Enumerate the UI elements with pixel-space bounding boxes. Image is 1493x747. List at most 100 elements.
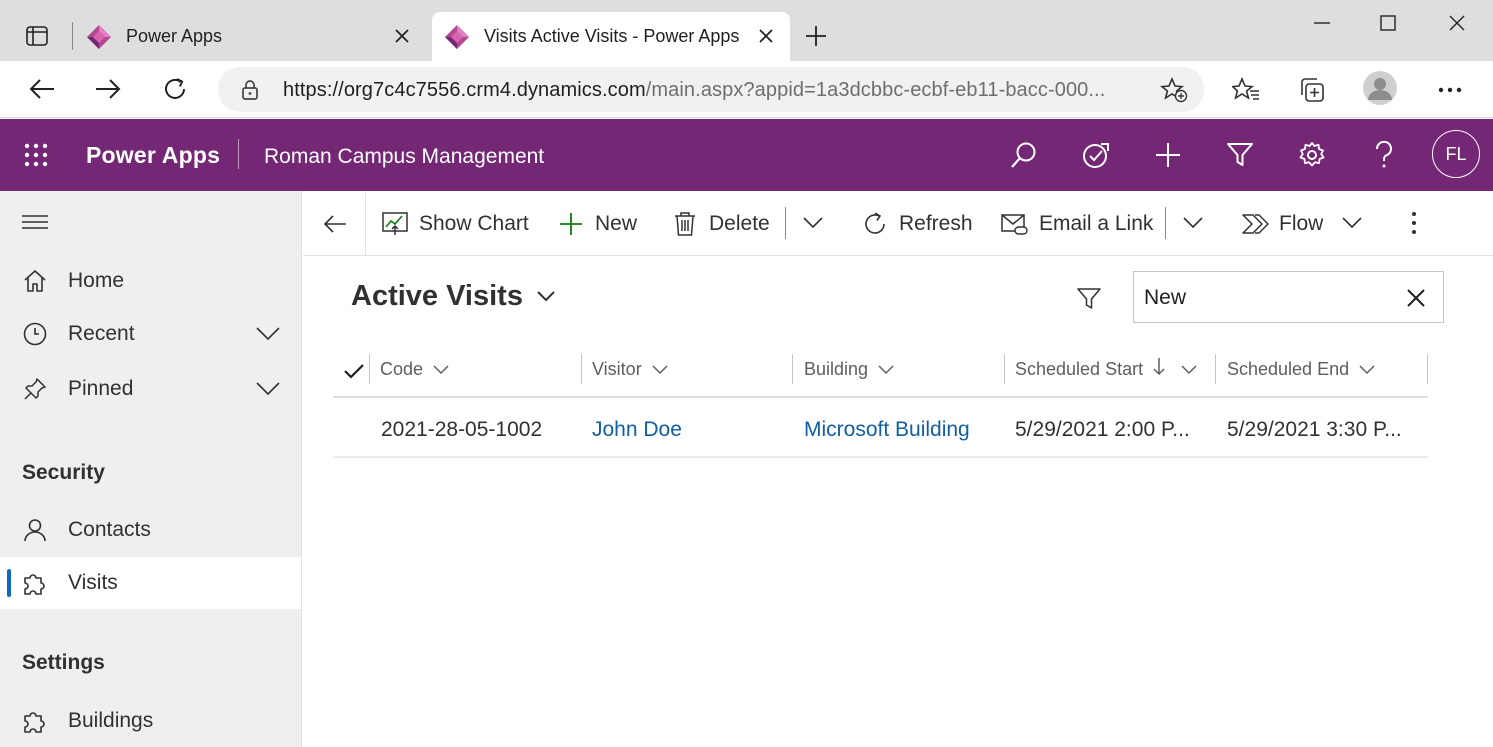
- sidebar-item-label: Contacts: [68, 518, 151, 541]
- help-icon[interactable]: [1366, 137, 1402, 173]
- tab-title: Power Apps: [126, 26, 223, 46]
- sidebar-item-recent[interactable]: Recent: [0, 308, 301, 360]
- column-separator: [1427, 354, 1428, 384]
- delete-button[interactable]: Delete: [671, 205, 770, 243]
- cell-scheduled-start: 5/29/2021 2:00 P...: [1015, 418, 1190, 441]
- column-label: Code: [380, 358, 424, 379]
- maximize-icon[interactable]: [1368, 6, 1408, 40]
- sidebar-item-label: Buildings: [68, 709, 154, 732]
- refresh-icon: [861, 210, 889, 238]
- select-all-checkmark-icon[interactable]: [343, 360, 365, 382]
- command-bar: Show Chart New Delete Refresh Email a Li…: [303, 191, 1493, 256]
- chevron-down-icon[interactable]: [1339, 210, 1365, 236]
- filter-icon[interactable]: [1074, 284, 1104, 314]
- clear-search-icon[interactable]: [1403, 285, 1429, 311]
- browser-tab-strip: Power Apps Visits Active Visits - Power …: [0, 0, 1493, 61]
- browser-tab-power-apps[interactable]: Power Apps: [86, 12, 426, 61]
- delete-label: Delete: [709, 212, 770, 235]
- pin-icon: [22, 376, 48, 402]
- tab-actions-icon[interactable]: [16, 18, 58, 54]
- chart-icon: [381, 210, 409, 238]
- command-separator: [1165, 207, 1166, 239]
- chevron-down-icon: [1181, 359, 1197, 380]
- sidebar-item-visits[interactable]: Visits: [0, 557, 301, 609]
- flow-label: Flow: [1279, 212, 1324, 235]
- refresh-button[interactable]: Refresh: [861, 205, 973, 243]
- minimize-icon[interactable]: [1302, 6, 1342, 40]
- search-input[interactable]: [1144, 284, 1394, 312]
- chevron-down-icon[interactable]: [1180, 210, 1206, 236]
- column-header-scheduled-start[interactable]: Scheduled Start: [1015, 354, 1197, 384]
- hamburger-menu-icon[interactable]: [20, 209, 50, 235]
- column-separator: [1215, 354, 1216, 384]
- app-header: Power Apps Roman Campus Management FL: [0, 119, 1493, 191]
- column-separator: [581, 354, 582, 384]
- search-icon[interactable]: [1006, 137, 1042, 173]
- back-arrow-icon[interactable]: [22, 71, 62, 107]
- app-name[interactable]: Power Apps: [86, 142, 220, 169]
- window-close-icon[interactable]: [1437, 6, 1477, 40]
- chevron-down-icon[interactable]: [254, 377, 282, 401]
- reload-icon[interactable]: [155, 71, 195, 107]
- settings-gear-icon[interactable]: [1294, 137, 1330, 173]
- app-title[interactable]: Roman Campus Management: [264, 145, 544, 169]
- sitemap-sidebar: Home Recent Pinned Security Contacts Vis…: [0, 191, 302, 747]
- avatar-initials: FL: [1445, 143, 1467, 164]
- lock-icon[interactable]: [238, 78, 262, 102]
- sidebar-item-label: Visits: [68, 571, 118, 594]
- collections-icon[interactable]: [1292, 71, 1332, 109]
- user-avatar[interactable]: FL: [1432, 130, 1480, 178]
- favorites-icon[interactable]: [1226, 71, 1266, 109]
- column-header-scheduled-end[interactable]: Scheduled End: [1227, 354, 1375, 384]
- close-tab-icon[interactable]: [390, 24, 414, 48]
- assistant-icon[interactable]: [1078, 137, 1114, 173]
- column-header-code[interactable]: Code: [380, 354, 449, 384]
- tab-separator: [72, 22, 73, 50]
- add-favorite-icon[interactable]: [1160, 77, 1188, 103]
- view-title: Active Visits: [351, 280, 523, 312]
- email-link-button[interactable]: Email a Link: [1001, 205, 1153, 243]
- sidebar-item-label: Home: [68, 269, 125, 292]
- forward-arrow-icon[interactable]: [88, 71, 128, 107]
- sidebar-group-title: Settings: [22, 651, 105, 674]
- filter-icon[interactable]: [1222, 137, 1258, 173]
- cell-scheduled-end: 5/29/2021 3:30 P...: [1227, 418, 1402, 441]
- cell-visitor-link[interactable]: John Doe: [592, 418, 682, 442]
- add-icon[interactable]: [1150, 137, 1186, 173]
- address-bar[interactable]: https://org7c4c7556.crm4.dynamics.com/ma…: [218, 67, 1204, 112]
- trash-icon: [671, 210, 699, 238]
- chevron-down-icon: [878, 359, 894, 380]
- sidebar-item-contacts[interactable]: Contacts: [0, 504, 301, 556]
- profile-avatar-icon[interactable]: [1360, 69, 1400, 107]
- sidebar-item-buildings[interactable]: Buildings: [0, 695, 301, 747]
- new-tab-icon[interactable]: [798, 18, 834, 54]
- view-selector[interactable]: Active Visits: [351, 280, 557, 313]
- column-label: Visitor: [592, 358, 642, 379]
- chevron-down-icon[interactable]: [800, 210, 826, 236]
- search-box: [1133, 271, 1444, 323]
- command-separator: [785, 207, 786, 239]
- column-label: Building: [804, 358, 869, 379]
- sidebar-item-home[interactable]: Home: [0, 255, 301, 307]
- flow-button[interactable]: Flow: [1241, 205, 1323, 243]
- cell-building-link[interactable]: Microsoft Building: [804, 418, 970, 442]
- back-arrow-icon[interactable]: [317, 206, 353, 242]
- sidebar-item-pinned[interactable]: Pinned: [0, 363, 301, 415]
- more-commands-icon[interactable]: [1401, 210, 1427, 236]
- email-link-icon: [1001, 210, 1029, 238]
- browser-tab-visits[interactable]: Visits Active Visits - Power Apps: [432, 12, 790, 61]
- chevron-down-icon: [433, 359, 449, 380]
- sidebar-item-label: Recent: [68, 322, 135, 345]
- table-row[interactable]: 2021-28-05-1002 John Doe Microsoft Build…: [333, 402, 1428, 458]
- show-chart-label: Show Chart: [419, 212, 529, 235]
- column-label: Scheduled Start: [1015, 358, 1144, 379]
- show-chart-button[interactable]: Show Chart: [381, 205, 529, 243]
- app-launcher-icon[interactable]: [22, 141, 50, 169]
- column-header-building[interactable]: Building: [804, 354, 894, 384]
- close-tab-icon[interactable]: [754, 24, 778, 48]
- new-button[interactable]: New: [557, 205, 637, 243]
- more-options-icon[interactable]: [1430, 71, 1470, 109]
- chevron-down-icon[interactable]: [254, 322, 282, 346]
- column-header-visitor[interactable]: Visitor: [592, 354, 668, 384]
- email-link-label: Email a Link: [1039, 212, 1154, 235]
